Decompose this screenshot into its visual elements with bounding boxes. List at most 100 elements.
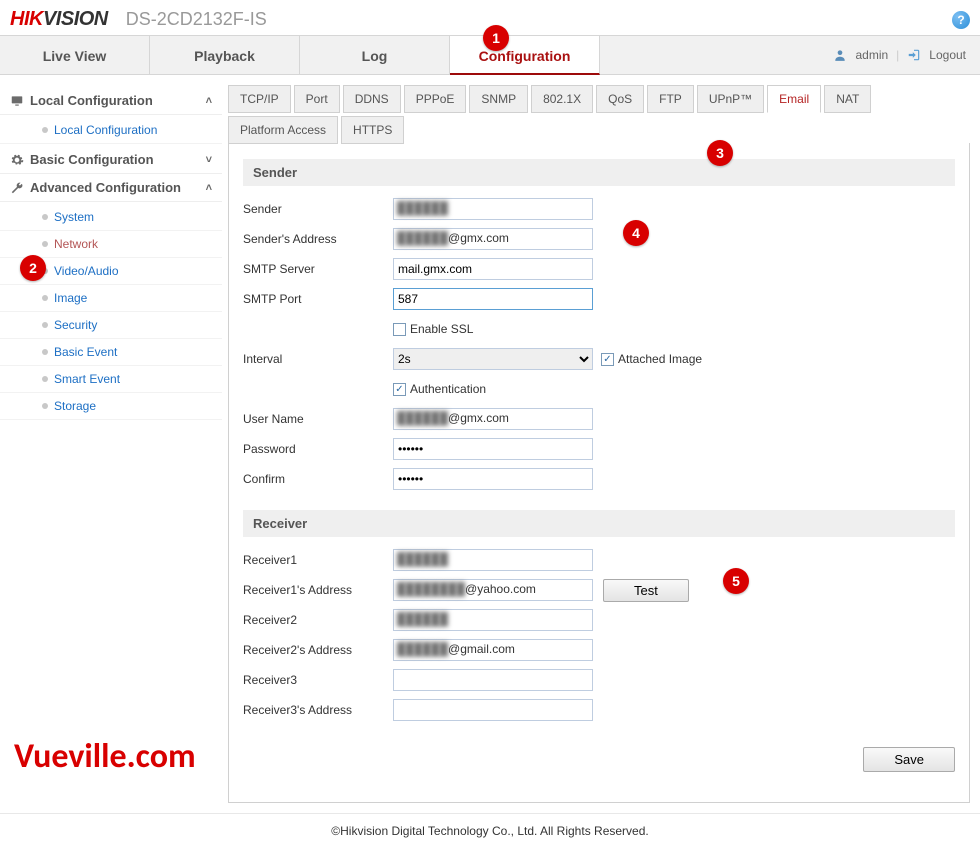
sidebar-item-label: System — [54, 210, 94, 224]
subtab-platform-access[interactable]: Platform Access — [228, 116, 338, 144]
label-smtp-server: SMTP Server — [243, 262, 393, 276]
sidebar-item-local-configuration[interactable]: Local Configuration — [0, 117, 222, 144]
tab-live-view[interactable]: Live View — [0, 36, 150, 74]
subtab-ddns[interactable]: DDNS — [343, 85, 401, 113]
sidebar-item-label: Image — [54, 291, 87, 305]
footer-copyright: ©Hikvision Digital Technology Co., Ltd. … — [0, 813, 980, 852]
gear-icon — [10, 153, 24, 167]
interval-select[interactable]: 2s — [393, 348, 593, 370]
sidebar-section-local[interactable]: Local Configuration ˄ — [0, 87, 222, 115]
sidebar: Local Configuration ˄ Local Configuratio… — [0, 75, 222, 813]
subtab-tcpip[interactable]: TCP/IP — [228, 85, 291, 113]
callout-2: 2 — [20, 255, 46, 281]
subtab-pppoe[interactable]: PPPoE — [404, 85, 467, 113]
receiver3-address-input[interactable] — [393, 699, 593, 721]
bullet-icon — [42, 214, 48, 220]
subtab-snmp[interactable]: SNMP — [469, 85, 528, 113]
label-receiver1: Receiver1 — [243, 553, 393, 567]
enable-ssl-checkbox[interactable] — [393, 323, 406, 336]
sidebar-item-label: Smart Event — [54, 372, 120, 386]
subtab-ftp[interactable]: FTP — [647, 85, 694, 113]
user-block: admin | Logout — [833, 36, 980, 74]
main-panel: TCP/IP Port DDNS PPPoE SNMP 802.1X QoS F… — [222, 75, 980, 813]
model-label: DS-2CD2132F-IS — [126, 9, 267, 30]
label-receiver2: Receiver2 — [243, 613, 393, 627]
sidebar-section-label: Basic Configuration — [30, 152, 154, 167]
receiver2-input[interactable] — [393, 609, 593, 631]
callout-4: 4 — [623, 220, 649, 246]
label-smtp-port: SMTP Port — [243, 292, 393, 306]
sidebar-item-label: Storage — [54, 399, 96, 413]
bullet-icon — [42, 403, 48, 409]
section-sender: Sender — [243, 159, 955, 186]
label-enable-ssl: Enable SSL — [410, 322, 473, 336]
label-password: Password — [243, 442, 393, 456]
subtab-https[interactable]: HTTPS — [341, 116, 404, 144]
sidebar-item-system[interactable]: System — [0, 204, 222, 231]
sidebar-item-storage[interactable]: Storage — [0, 393, 222, 420]
callout-3: 3 — [707, 140, 733, 166]
user-icon — [833, 48, 847, 62]
subtab-upnp[interactable]: UPnP™ — [697, 85, 764, 113]
receiver1-input[interactable] — [393, 549, 593, 571]
tab-playback[interactable]: Playback — [150, 36, 300, 74]
bullet-icon — [42, 127, 48, 133]
sender-input[interactable] — [393, 198, 593, 220]
smtp-server-input[interactable] — [393, 258, 593, 280]
sender-address-input[interactable] — [393, 228, 593, 250]
sidebar-item-label: Video/Audio — [54, 264, 119, 278]
user-name-input[interactable] — [393, 408, 593, 430]
tab-log[interactable]: Log — [300, 36, 450, 74]
section-receiver: Receiver — [243, 510, 955, 537]
sub-tabs: TCP/IP Port DDNS PPPoE SNMP 802.1X QoS F… — [228, 85, 970, 144]
subtab-nat[interactable]: NAT — [824, 85, 871, 113]
brand-logo: HIKVISION — [10, 8, 108, 31]
subtab-port[interactable]: Port — [294, 85, 340, 113]
label-receiver3-address: Receiver3's Address — [243, 703, 393, 717]
chevron-down-icon: ˅ — [206, 154, 212, 166]
sidebar-section-basic[interactable]: Basic Configuration ˅ — [0, 146, 222, 174]
label-user-name: User Name — [243, 412, 393, 426]
tab-configuration[interactable]: Configuration — [450, 36, 600, 75]
logout-icon[interactable] — [907, 48, 921, 62]
chevron-up-icon: ˄ — [206, 182, 212, 194]
sidebar-item-label: Local Configuration — [54, 123, 157, 137]
label-interval: Interval — [243, 352, 393, 366]
sidebar-item-security[interactable]: Security — [0, 312, 222, 339]
sidebar-item-smart-event[interactable]: Smart Event — [0, 366, 222, 393]
bullet-icon — [42, 349, 48, 355]
chevron-up-icon: ˄ — [206, 95, 212, 107]
logout-link[interactable]: Logout — [929, 48, 966, 62]
confirm-input[interactable] — [393, 468, 593, 490]
test-button[interactable]: Test — [603, 579, 689, 602]
label-sender-address: Sender's Address — [243, 232, 393, 246]
password-input[interactable] — [393, 438, 593, 460]
sidebar-item-image[interactable]: Image — [0, 285, 222, 312]
receiver3-input[interactable] — [393, 669, 593, 691]
divider: | — [896, 48, 899, 62]
sidebar-item-network[interactable]: Network — [0, 231, 222, 258]
sidebar-section-label: Advanced Configuration — [30, 180, 181, 195]
attached-image-checkbox[interactable] — [601, 353, 614, 366]
monitor-icon — [10, 94, 24, 108]
authentication-checkbox[interactable] — [393, 383, 406, 396]
wrench-icon — [10, 181, 24, 195]
sidebar-item-label: Security — [54, 318, 97, 332]
subtab-email[interactable]: Email — [767, 85, 821, 113]
subtab-8021x[interactable]: 802.1X — [531, 85, 593, 113]
receiver2-address-input[interactable] — [393, 639, 593, 661]
user-name: admin — [855, 48, 888, 62]
sidebar-item-basic-event[interactable]: Basic Event — [0, 339, 222, 366]
callout-5: 5 — [723, 568, 749, 594]
email-panel: Sender Sender ██████ Sender's Address ██… — [228, 143, 970, 803]
sidebar-section-advanced[interactable]: Advanced Configuration ˄ — [0, 174, 222, 202]
bullet-icon — [42, 322, 48, 328]
save-button[interactable]: Save — [863, 747, 955, 772]
bullet-icon — [42, 376, 48, 382]
receiver1-address-input[interactable] — [393, 579, 593, 601]
label-receiver3: Receiver3 — [243, 673, 393, 687]
smtp-port-input[interactable] — [393, 288, 593, 310]
help-icon[interactable]: ? — [952, 11, 970, 29]
sidebar-section-label: Local Configuration — [30, 93, 153, 108]
subtab-qos[interactable]: QoS — [596, 85, 644, 113]
